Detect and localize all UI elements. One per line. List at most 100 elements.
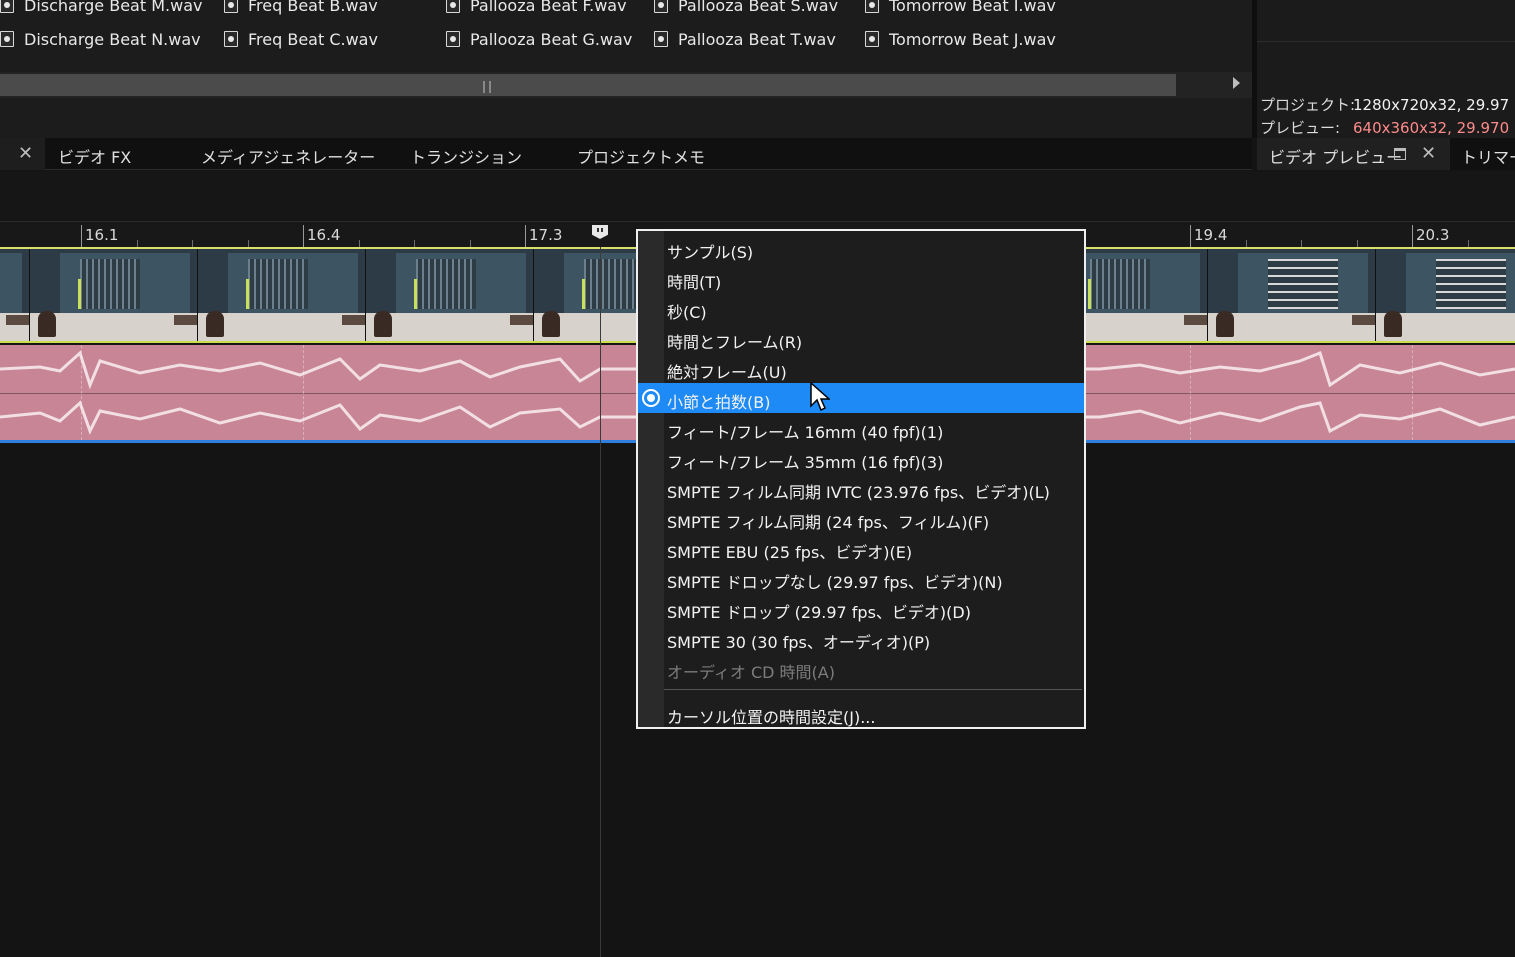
audio-file-icon [446, 0, 460, 13]
media-file-item[interactable]: Tomorrow Beat I.wav [865, 0, 1056, 16]
menu-item-absolute-frames[interactable]: 絶対フレーム(U) [638, 353, 1084, 383]
time-format-context-menu: サンプル(S) 時間(T) 秒(C) 時間とフレーム(R) 絶対フレーム(U) … [636, 229, 1086, 729]
menu-item-label: SMPTE 30 (30 fps、オーディオ)(P) [667, 633, 931, 652]
ruler-minor-tick [1468, 240, 1469, 247]
ruler-minor-tick [192, 240, 193, 247]
horizontal-scrollbar[interactable] [0, 72, 1252, 98]
preview-display-area [1257, 0, 1515, 42]
audio-file-icon [0, 0, 14, 13]
scroll-right-arrow-icon[interactable] [1233, 77, 1240, 89]
media-file-name: Discharge Beat N.wav [24, 29, 201, 49]
audio-file-icon [865, 0, 879, 13]
beat-gridline [1190, 345, 1191, 440]
menu-item-seconds[interactable]: 秒(C) [638, 293, 1084, 323]
audio-file-icon [654, 31, 668, 47]
menu-item-feet-frames-35mm[interactable]: フィート/フレーム 35mm (16 fpf)(3) [638, 443, 1084, 473]
preview-info-value: 640x360x32, 29.970 [1353, 119, 1510, 137]
menu-item-set-time-at-cursor[interactable]: カーソル位置の時間設定(J)... [638, 698, 1084, 728]
menu-item-label: SMPTE ドロップなし (29.97 fps、ビデオ)(N) [667, 573, 1003, 592]
mouse-pointer-icon [810, 382, 830, 412]
ruler-minor-tick [1357, 240, 1358, 247]
ruler-tick-label: 20.3 [1416, 226, 1450, 244]
preview-info-label: プレビュー: [1260, 119, 1341, 137]
ruler-minor-tick [248, 240, 249, 247]
menu-item-label: SMPTE ドロップ (29.97 fps、ビデオ)(D) [667, 603, 971, 622]
media-file-name: Discharge Beat M.wav [24, 0, 203, 15]
timeline-header-area [0, 171, 1515, 221]
menu-item-label: SMPTE EBU (25 fps、ビデオ)(E) [667, 543, 913, 562]
tab-trimmer[interactable]: トリマー [1461, 144, 1515, 168]
menu-item-smpte-non-drop[interactable]: SMPTE ドロップなし (29.97 fps、ビデオ)(N) [638, 563, 1084, 593]
ruler-minor-tick [1301, 240, 1302, 247]
menu-separator [664, 689, 1082, 690]
audio-file-icon [0, 31, 14, 47]
tab-transitions[interactable]: トランジション [410, 144, 522, 168]
video-preview-panel: プロジェクト:1280x720x32, 29.97 プレビュー: 640x360x… [1257, 0, 1515, 138]
video-thumbnail [198, 249, 366, 341]
ruler-minor-tick [414, 240, 415, 247]
menu-item-smpte-film-24[interactable]: SMPTE フィルム同期 (24 fps、フィルム)(F) [638, 503, 1084, 533]
video-thumbnail [30, 249, 198, 341]
menu-item-label: フィート/フレーム 16mm (40 fpf)(1) [667, 423, 944, 442]
media-file-name: Pallooza Beat F.wav [470, 0, 627, 15]
close-icon[interactable]: ✕ [1421, 145, 1436, 163]
menu-item-label: 時間とフレーム(R) [667, 333, 803, 352]
menu-item-label: 小節と拍数(B) [667, 393, 771, 412]
project-info-label: プロジェクト: [1260, 96, 1356, 114]
window-docking-tabbar: ✕ ビデオ FX メディアジェネレーター トランジション プロジェクトメモ [0, 138, 1252, 170]
beat-gridline [1412, 345, 1413, 440]
media-file-item[interactable]: Freq Beat C.wav [224, 28, 378, 50]
menu-item-label: 絶対フレーム(U) [667, 363, 787, 382]
menu-item-label: SMPTE フィルム同期 IVTC (23.976 fps、ビデオ)(L) [667, 483, 1050, 502]
menu-item-smpte-drop[interactable]: SMPTE ドロップ (29.97 fps、ビデオ)(D) [638, 593, 1084, 623]
video-thumbnail [1208, 249, 1376, 341]
audio-file-icon [654, 0, 668, 13]
menu-item-label: 秒(C) [667, 303, 707, 322]
menu-item-smpte-film-ivtc[interactable]: SMPTE フィルム同期 IVTC (23.976 fps、ビデオ)(L) [638, 473, 1084, 503]
media-file-item[interactable]: Discharge Beat M.wav [0, 0, 202, 16]
media-file-item[interactable]: Pallooza Beat T.wav [654, 28, 836, 50]
menu-item-audio-cd-time: オーディオ CD 時間(A) [638, 653, 1084, 683]
media-file-name: Freq Beat B.wav [248, 0, 378, 15]
audio-file-icon [865, 31, 879, 47]
video-thumbnail [366, 249, 534, 341]
ruler-minor-tick [359, 240, 360, 247]
marker-notch [597, 228, 603, 232]
media-file-item[interactable]: Pallooza Beat G.wav [446, 28, 632, 50]
menu-item-feet-frames-16mm[interactable]: フィート/フレーム 16mm (40 fpf)(1) [638, 413, 1084, 443]
media-file-item[interactable]: Pallooza Beat S.wav [654, 0, 838, 16]
tab-project-notes[interactable]: プロジェクトメモ [577, 144, 705, 168]
menu-item-smpte-ebu[interactable]: SMPTE EBU (25 fps、ビデオ)(E) [638, 533, 1084, 563]
media-file-item[interactable]: Freq Beat B.wav [224, 0, 378, 16]
menu-item-label: オーディオ CD 時間(A) [667, 663, 835, 682]
menu-item-measures-and-beats[interactable]: 小節と拍数(B) [638, 383, 1084, 413]
menu-item-smpte-30[interactable]: SMPTE 30 (30 fps、オーディオ)(P) [638, 623, 1084, 653]
tab-video-preview[interactable]: ビデオ プレビュー [1269, 144, 1402, 168]
preview-info-row: プレビュー: 640x360x32, 29.970 [1260, 117, 1509, 138]
menu-item-samples[interactable]: サンプル(S) [638, 233, 1084, 263]
media-file-name: Pallooza Beat S.wav [678, 0, 839, 15]
project-info-row: プロジェクト:1280x720x32, 29.97 [1260, 94, 1509, 115]
ruler-tick-label: 19.4 [1194, 226, 1228, 244]
media-file-item[interactable]: Discharge Beat N.wav [0, 28, 201, 50]
ruler-tick-label: 17.3 [529, 226, 563, 244]
tab-video-fx[interactable]: ビデオ FX [58, 144, 131, 168]
ruler-minor-tick [137, 240, 138, 247]
radio-selected-icon [642, 389, 660, 407]
media-file-item[interactable]: Pallooza Beat F.wav [446, 0, 627, 16]
menu-item-label: サンプル(S) [667, 243, 754, 262]
media-file-item[interactable]: Tomorrow Beat J.wav [865, 28, 1056, 50]
tab-media-generator[interactable]: メディアジェネレーター [201, 144, 375, 168]
video-thumbnail [0, 249, 30, 341]
close-icon[interactable]: ✕ [18, 145, 33, 163]
ruler-minor-tick [1246, 240, 1247, 247]
beat-gridline [303, 345, 304, 440]
project-info-value: 1280x720x32, 29.97 [1353, 96, 1510, 114]
audio-file-icon [446, 31, 460, 47]
media-file-name: Pallooza Beat T.wav [678, 29, 836, 49]
menu-item-time[interactable]: 時間(T) [638, 263, 1084, 293]
maximize-icon[interactable] [1394, 148, 1406, 160]
menu-item-time-and-frames[interactable]: 時間とフレーム(R) [638, 323, 1084, 353]
scrollbar-thumb[interactable] [0, 74, 1176, 96]
media-file-name: Freq Beat C.wav [248, 29, 378, 49]
